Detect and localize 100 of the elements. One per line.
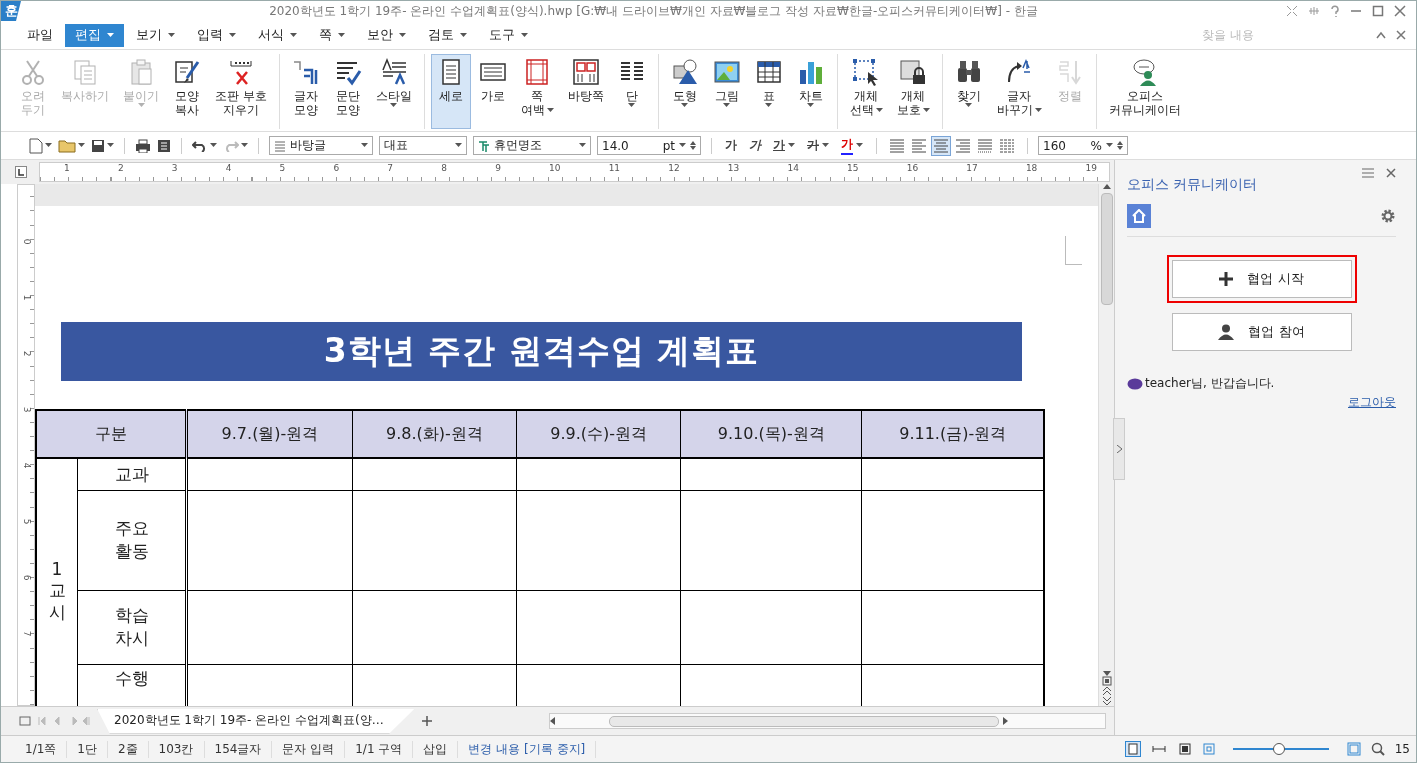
- menu-item[interactable]: 쪽: [309, 23, 355, 47]
- align-lines-icon: [955, 137, 971, 154]
- logout-link[interactable]: 로그아웃: [1348, 394, 1396, 411]
- scroll-left-icon: [549, 717, 555, 725]
- ribbon-button[interactable]: 스타일: [369, 54, 418, 129]
- status-item: 1/1쪽: [15, 740, 68, 758]
- ruler-number: 12: [668, 163, 680, 175]
- format-button[interactable]: 가: [746, 137, 764, 154]
- menu-item[interactable]: 파일: [17, 23, 63, 47]
- caret-icon: [229, 32, 236, 38]
- ribbon-button[interactable]: 글자 모양: [285, 54, 326, 129]
- brush-icon: [173, 58, 201, 86]
- horizontal-ruler[interactable]: 1 2 3 4 5 6 7 8 9 10 11 12 13 14 15 16 17 18 19: [39, 162, 1110, 182]
- search-field[interactable]: 찾을 내용: [1200, 25, 1374, 45]
- ruler-number: 7: [387, 163, 394, 175]
- caret-icon: [78, 143, 85, 148]
- ribbon-button[interactable]: 세로: [430, 54, 471, 129]
- format-button[interactable]: 가: [770, 137, 798, 154]
- menu-item[interactable]: 편집: [65, 23, 124, 47]
- ribbon-button[interactable]: 그림: [706, 54, 747, 129]
- zoom-dropdown[interactable]: 160 %: [1038, 136, 1128, 155]
- style-dropdown[interactable]: 바탕글: [269, 136, 373, 155]
- document-tab[interactable]: 2020학년도 1학기 19주- 온라인 수업계획표(양…: [97, 708, 415, 734]
- vertical-scrollbar[interactable]: [1098, 184, 1114, 706]
- ribbon-button[interactable]: 조판 부호 지우기: [209, 54, 273, 129]
- home-button[interactable]: [1127, 204, 1151, 228]
- horizontal-scrollbar[interactable]: [548, 713, 1106, 729]
- column-header: 9.11.(금)-원격: [861, 410, 1044, 458]
- menu-item[interactable]: 검토: [418, 23, 477, 47]
- ribbon-button[interactable]: 쪽 여백: [514, 54, 560, 129]
- ribbon-button[interactable]: 바탕쪽: [561, 54, 610, 129]
- caret-icon: [521, 32, 528, 38]
- caret-icon: [338, 32, 345, 38]
- format-button[interactable]: 가: [838, 136, 866, 155]
- shapes-icon: [670, 58, 699, 86]
- menu-item[interactable]: 서식: [248, 23, 307, 47]
- ribbon-button[interactable]: 문단 모양: [327, 54, 368, 129]
- scroll-thumb[interactable]: [608, 715, 1000, 727]
- zoom-level: 15: [1394, 742, 1410, 756]
- menu-item[interactable]: 보안: [357, 23, 416, 47]
- app-logo[interactable]: 훈: [1, 1, 21, 21]
- change-tracking-status[interactable]: 변경 내용 [기록 중지]: [458, 740, 597, 758]
- collapse-icon: [1376, 31, 1386, 39]
- ruler-number: 2: [117, 163, 124, 175]
- ribbon-button[interactable]: 개체 선택: [843, 54, 889, 129]
- status-item: 154글자: [204, 740, 273, 758]
- outline-dropdown[interactable]: 대표: [379, 136, 467, 155]
- spin-down-icon: [690, 146, 696, 150]
- ruler-number: 7: [21, 630, 33, 637]
- ribbon-button[interactable]: 글자 바꾸기: [990, 54, 1048, 129]
- caret-icon: [922, 108, 930, 114]
- pin-icon: [1308, 5, 1320, 17]
- window-title: 2020학년도 1학기 19주- 온라인 수업계획표(양식).hwp [G:₩내 드라이브₩개인 자료₩블로그 작성 자료₩한글-오피스커뮤티케이터₩] - 한글: [268, 2, 1039, 20]
- slider-thumb[interactable]: [1272, 743, 1285, 755]
- full-page-icon: [1176, 741, 1193, 757]
- ribbon-button[interactable]: 도형: [664, 54, 705, 129]
- format-button[interactable]: 가: [804, 137, 832, 154]
- format-button[interactable]: 가: [722, 137, 740, 154]
- ruler-number: 10: [549, 163, 561, 175]
- crop-mark: [1065, 236, 1082, 265]
- caret-icon: [45, 143, 52, 148]
- ruler-number: 1: [21, 294, 33, 301]
- column-header: 9.10.(목)-원격: [680, 410, 862, 458]
- minimize-icon: [1350, 10, 1362, 12]
- caret-icon: [399, 32, 406, 38]
- caret-icon: [361, 143, 368, 148]
- menu-item[interactable]: 도구: [479, 23, 538, 47]
- ruler-number: 5: [279, 163, 286, 175]
- ribbon-button[interactable]: 가로: [472, 54, 513, 129]
- master-page-icon: [571, 58, 600, 86]
- ruler-number: 13: [727, 163, 740, 175]
- ribbon-button[interactable]: 개체 보호: [890, 54, 936, 129]
- documents-icon: [71, 58, 99, 86]
- ruler-number: 19: [1085, 163, 1097, 175]
- settings-icon: [1380, 208, 1396, 224]
- ribbon-button[interactable]: 찾기: [948, 54, 989, 129]
- vertical-ruler[interactable]: 0 1 2 3 4 5 6 7: [17, 184, 35, 706]
- ribbon-button[interactable]: 차트: [790, 54, 831, 129]
- collaboration-button[interactable]: 협업 참여: [1171, 313, 1352, 351]
- lock-icon: [899, 58, 928, 86]
- ribbon-button[interactable]: 단: [611, 54, 652, 129]
- ribbon-button[interactable]: 모양 복사: [167, 54, 207, 129]
- caret-icon: [290, 32, 297, 38]
- caret-icon: [455, 143, 462, 148]
- chevron-right-icon: [1116, 445, 1122, 453]
- preview-icon: [157, 138, 171, 153]
- ribbon-button[interactable]: 표: [748, 54, 789, 129]
- scroll-thumb[interactable]: [1100, 193, 1113, 305]
- align-button[interactable]: [931, 135, 951, 156]
- spin-up-icon: [1117, 141, 1123, 145]
- panel-collapse-handle[interactable]: [1113, 418, 1125, 480]
- caret-icon: [241, 143, 248, 148]
- menu-item[interactable]: 입력: [187, 23, 246, 47]
- menu-item[interactable]: 보기: [126, 23, 185, 47]
- collaboration-button[interactable]: 협업 시작: [1166, 255, 1357, 303]
- font-dropdown[interactable]: 휴먼명조: [473, 136, 591, 155]
- font-size-field[interactable]: 14.0 pt: [597, 136, 701, 155]
- status-item: 103칸: [148, 740, 205, 758]
- zoom-in-page-icon: [1346, 742, 1361, 756]
- ribbon-button[interactable]: 오피스 커뮤니케이터: [1102, 54, 1187, 129]
